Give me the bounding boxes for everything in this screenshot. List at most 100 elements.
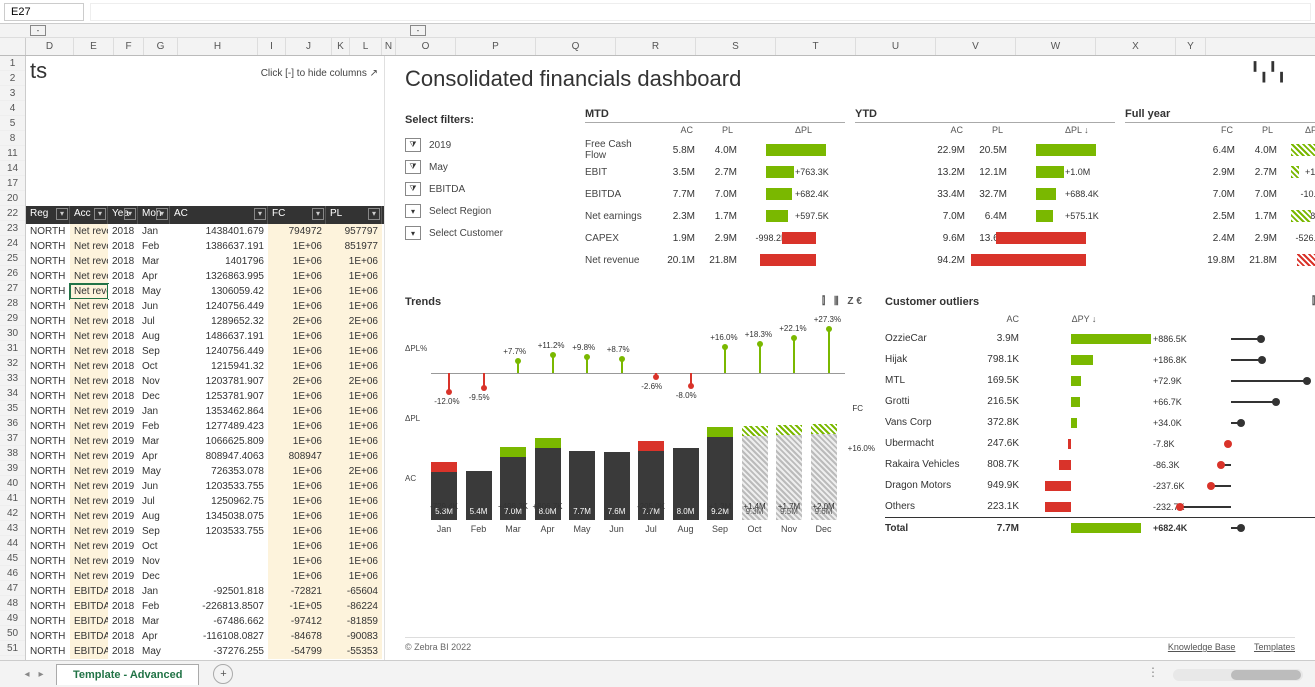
- cell[interactable]: Jul: [138, 314, 170, 329]
- cell[interactable]: Net reve: [70, 434, 108, 449]
- row-header-34[interactable]: 34: [0, 386, 25, 401]
- column-header-W[interactable]: W: [1016, 38, 1096, 55]
- sheet-tab-active[interactable]: Template - Advanced: [56, 664, 199, 685]
- cell[interactable]: EBITDA: [70, 644, 108, 659]
- column-header-E[interactable]: E: [74, 38, 114, 55]
- cell[interactable]: 1E+06: [326, 269, 382, 284]
- column-header-V[interactable]: V: [936, 38, 1016, 55]
- row-header-29[interactable]: 29: [0, 311, 25, 326]
- cell[interactable]: NORTH: [26, 284, 70, 299]
- chart-mode-icons[interactable]: ⫿ ⫼ Z€: [822, 296, 865, 308]
- cell[interactable]: 2019: [108, 524, 138, 539]
- row-header-37[interactable]: 37: [0, 431, 25, 446]
- column-header-N[interactable]: N: [382, 38, 396, 55]
- cell[interactable]: Dec: [138, 389, 170, 404]
- cell[interactable]: 1E+06: [268, 494, 326, 509]
- cell[interactable]: Feb: [138, 599, 170, 614]
- cell[interactable]: NORTH: [26, 269, 70, 284]
- cell[interactable]: Jun: [138, 299, 170, 314]
- row-header-31[interactable]: 31: [0, 341, 25, 356]
- table-row[interactable]: NORTHEBITDA2018Mar-67486.662-97412-81859: [26, 614, 384, 629]
- cell[interactable]: 1E+06: [268, 359, 326, 374]
- cell[interactable]: 2018: [108, 254, 138, 269]
- cell[interactable]: 2019: [108, 479, 138, 494]
- cell[interactable]: 1E+06: [268, 284, 326, 299]
- cell[interactable]: -116108.0827: [170, 629, 268, 644]
- cell[interactable]: Net reve: [70, 299, 108, 314]
- row-header-14[interactable]: 14: [0, 161, 25, 176]
- cell[interactable]: 726353.078: [170, 464, 268, 479]
- cell[interactable]: 1386637.191: [170, 239, 268, 254]
- table-row[interactable]: NORTHNet reve2019May726353.0781E+062E+06: [26, 464, 384, 479]
- cell[interactable]: Feb: [138, 239, 170, 254]
- cell[interactable]: 1E+06: [268, 389, 326, 404]
- row-header-27[interactable]: 27: [0, 281, 25, 296]
- table-row[interactable]: NORTHNet reve2019Jan1353462.8641E+061E+0…: [26, 404, 384, 419]
- cell[interactable]: Jan: [138, 224, 170, 239]
- column-header-Y[interactable]: Y: [1176, 38, 1206, 55]
- cell[interactable]: 2018: [108, 599, 138, 614]
- cell[interactable]: NORTH: [26, 509, 70, 524]
- cell[interactable]: 1486637.191: [170, 329, 268, 344]
- cell[interactable]: 1353462.864: [170, 404, 268, 419]
- table-row[interactable]: NORTHNet reve2018Oct1215941.321E+061E+06: [26, 359, 384, 374]
- filter-row-3[interactable]: ▾Select Region: [405, 202, 575, 220]
- table-row[interactable]: NORTHEBITDA2018Apr-116108.0827-84678-900…: [26, 629, 384, 644]
- cell[interactable]: NORTH: [26, 404, 70, 419]
- cell[interactable]: Jun: [138, 479, 170, 494]
- cell[interactable]: Sep: [138, 524, 170, 539]
- cell[interactable]: Nov: [138, 374, 170, 389]
- column-header-Q[interactable]: Q: [536, 38, 616, 55]
- cell[interactable]: 1E+06: [326, 284, 382, 299]
- table-header-pl[interactable]: PL▾: [326, 206, 382, 224]
- cell[interactable]: Jul: [138, 494, 170, 509]
- row-header-51[interactable]: 51: [0, 641, 25, 656]
- cell[interactable]: 2018: [108, 584, 138, 599]
- cell[interactable]: 1E+06: [326, 389, 382, 404]
- cell[interactable]: Net reve: [70, 419, 108, 434]
- cell[interactable]: 1E+06: [326, 359, 382, 374]
- scrollbar-thumb[interactable]: [1231, 670, 1301, 680]
- cell[interactable]: 1E+06: [326, 329, 382, 344]
- cell[interactable]: Net reve: [70, 224, 108, 239]
- column-header-T[interactable]: T: [776, 38, 856, 55]
- cell[interactable]: NORTH: [26, 644, 70, 659]
- cell[interactable]: 1240756.449: [170, 299, 268, 314]
- cell[interactable]: Net reve: [70, 524, 108, 539]
- table-header-ac[interactable]: AC▾: [170, 206, 268, 224]
- cell[interactable]: NORTH: [26, 629, 70, 644]
- column-header-D[interactable]: D: [26, 38, 74, 55]
- cell[interactable]: NORTH: [26, 494, 70, 509]
- row-header-36[interactable]: 36: [0, 416, 25, 431]
- cell[interactable]: 2E+06: [326, 374, 382, 389]
- table-row[interactable]: NORTHNet reve2018Jun1240756.4491E+061E+0…: [26, 299, 384, 314]
- horizontal-scrollbar[interactable]: [1173, 669, 1303, 681]
- cell[interactable]: 1277489.423: [170, 419, 268, 434]
- row-header-1[interactable]: 1: [0, 56, 25, 71]
- cell[interactable]: Net reve: [70, 314, 108, 329]
- table-row[interactable]: NORTHNet reve2018Dec1253781.9071E+061E+0…: [26, 389, 384, 404]
- cell[interactable]: NORTH: [26, 344, 70, 359]
- cell[interactable]: [170, 569, 268, 584]
- cell[interactable]: 1203781.907: [170, 374, 268, 389]
- cell[interactable]: -1E+05: [268, 599, 326, 614]
- table-row[interactable]: NORTHEBITDA2018May-37276.255-54799-55353: [26, 644, 384, 659]
- cell[interactable]: -65604: [326, 584, 382, 599]
- cell[interactable]: 2018: [108, 224, 138, 239]
- cell[interactable]: Aug: [138, 509, 170, 524]
- cell[interactable]: 1E+06: [326, 299, 382, 314]
- cell[interactable]: 2018: [108, 359, 138, 374]
- cell[interactable]: -92501.818: [170, 584, 268, 599]
- name-box[interactable]: [4, 3, 84, 21]
- table-row[interactable]: NORTHEBITDA2018Feb-226813.8507-1E+05-862…: [26, 599, 384, 614]
- cell[interactable]: 1E+06: [326, 494, 382, 509]
- tab-nav-first[interactable]: ◂: [20, 669, 34, 680]
- row-header-33[interactable]: 33: [0, 371, 25, 386]
- cell[interactable]: 2018: [108, 644, 138, 659]
- cell[interactable]: Jan: [138, 404, 170, 419]
- table-row[interactable]: NORTHNet reve2019Oct1E+061E+06: [26, 539, 384, 554]
- cell[interactable]: 2019: [108, 434, 138, 449]
- cell[interactable]: 794972: [268, 224, 326, 239]
- cell[interactable]: 1E+06: [326, 554, 382, 569]
- cell[interactable]: -90083: [326, 629, 382, 644]
